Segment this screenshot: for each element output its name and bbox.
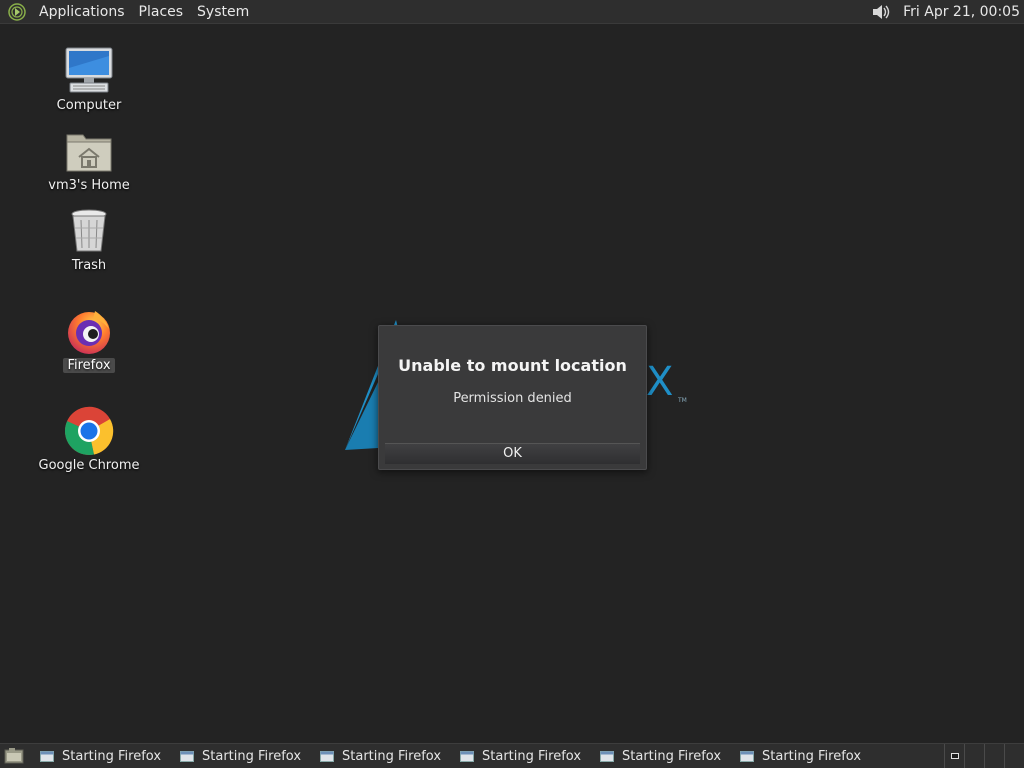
desktop-icon-trash[interactable]: Trash: [34, 205, 144, 273]
background-logo-letter: X: [646, 359, 674, 405]
taskbar-task[interactable]: Starting Firefox: [588, 744, 728, 768]
bottom-panel: Starting Firefox Starting Firefox Starti…: [0, 743, 1024, 768]
desktop-icon-label: Trash: [71, 258, 107, 273]
panel-tray: Fri Apr 21, 00:05: [867, 0, 1024, 24]
home-folder-icon: [63, 125, 115, 177]
task-label: Starting Firefox: [622, 748, 722, 764]
task-label: Starting Firefox: [202, 748, 302, 764]
desktop-icon-firefox[interactable]: Firefox: [34, 305, 144, 373]
window-icon: [320, 750, 334, 762]
dialog-title: Unable to mount location: [398, 356, 627, 375]
volume-icon[interactable]: [867, 0, 895, 24]
desktop-icon-chrome[interactable]: Google Chrome: [34, 405, 144, 473]
ok-button[interactable]: OK: [385, 443, 640, 464]
window-icon: [600, 750, 614, 762]
window-icon: [40, 750, 54, 762]
workspace-switcher: [944, 744, 1024, 768]
error-dialog: Unable to mount location Permission deni…: [378, 325, 647, 470]
desktop-icon-label: Firefox: [63, 358, 115, 373]
desktop-icon-label: Google Chrome: [38, 458, 140, 473]
taskbar-task[interactable]: Starting Firefox: [308, 744, 448, 768]
desktop-icon-computer[interactable]: Computer: [34, 45, 144, 113]
task-label: Starting Firefox: [762, 748, 862, 764]
taskbar-task[interactable]: Starting Firefox: [448, 744, 588, 768]
workspace-4[interactable]: [1004, 744, 1024, 768]
workspace-2[interactable]: [964, 744, 984, 768]
taskbar-task[interactable]: Starting Firefox: [28, 744, 168, 768]
menu-places[interactable]: Places: [132, 0, 191, 24]
trash-icon: [63, 205, 115, 257]
task-label: Starting Firefox: [342, 748, 442, 764]
top-panel: Applications Places System Fri Apr 21, 0…: [0, 0, 1024, 24]
workspace-3[interactable]: [984, 744, 1004, 768]
distro-logo-icon[interactable]: [6, 1, 28, 23]
task-label: Starting Firefox: [482, 748, 582, 764]
menu-system[interactable]: System: [190, 0, 256, 24]
task-label: Starting Firefox: [62, 748, 162, 764]
taskbar-task[interactable]: Starting Firefox: [728, 744, 868, 768]
window-icon: [740, 750, 754, 762]
workspace-1[interactable]: [944, 744, 964, 768]
desktop-icon-label: vm3's Home: [48, 178, 130, 193]
clock[interactable]: Fri Apr 21, 00:05: [895, 0, 1024, 24]
menu-applications[interactable]: Applications: [32, 0, 132, 24]
firefox-icon: [63, 305, 115, 357]
chrome-icon: [63, 405, 115, 457]
window-icon: [180, 750, 194, 762]
window-icon: [460, 750, 474, 762]
background-logo-tm: TM: [678, 397, 687, 404]
desktop-icon-home[interactable]: vm3's Home: [34, 125, 144, 193]
taskbar-task[interactable]: Starting Firefox: [168, 744, 308, 768]
desktop-icon-label: Computer: [56, 98, 122, 113]
show-desktop-icon[interactable]: [0, 744, 28, 768]
computer-icon: [63, 45, 115, 97]
dialog-message: Permission denied: [453, 391, 572, 406]
